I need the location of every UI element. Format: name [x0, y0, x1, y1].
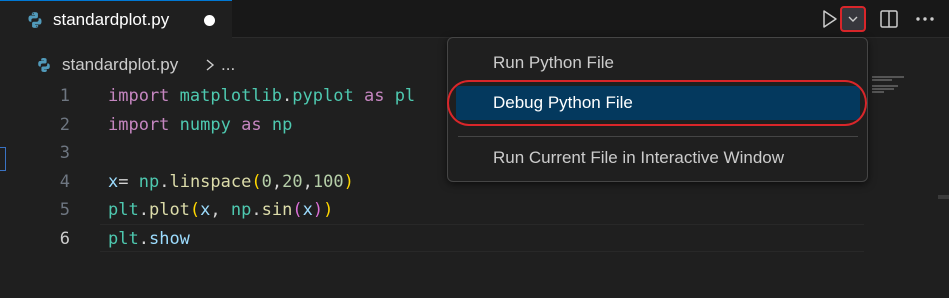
run-python-file-button[interactable] [818, 8, 840, 30]
editor-tab-bar: standardplot.py [0, 0, 949, 38]
minimap[interactable] [872, 76, 912, 96]
code-token: show [148, 229, 190, 249]
code-token: as [241, 114, 262, 135]
menu-item-run-interactive-window[interactable]: Run Current File in Interactive Window [456, 141, 860, 175]
code-token: 0 [261, 171, 272, 192]
code-token: . [159, 171, 170, 192]
tab-standardplot[interactable]: standardplot.py [0, 0, 232, 38]
breadcrumb-file[interactable]: standardplot.py [62, 55, 178, 75]
code-text: import matplotlib.pyplot as pl [108, 86, 415, 106]
code-token: ) [312, 200, 324, 221]
split-editor-button[interactable] [878, 8, 900, 30]
code-text: x= np.linspace(0,20,100) [108, 172, 354, 192]
code-token: . [138, 229, 149, 249]
code-token: . [138, 200, 149, 221]
code-token: sin [261, 200, 293, 221]
tab-label: standardplot.py [53, 10, 170, 29]
code-token: ( [251, 171, 262, 192]
menu-item-label: Run Current File in Interactive Window [493, 148, 785, 167]
code-token: pyplot [292, 86, 354, 106]
code-token: ) [343, 171, 354, 192]
code-token: x [302, 200, 313, 221]
more-actions-button[interactable] [912, 8, 938, 30]
menu-item-run-python-file[interactable]: Run Python File [456, 46, 860, 80]
code-token: ( [189, 200, 201, 221]
code-token: np [271, 114, 293, 135]
line-number: 4 [59, 171, 70, 192]
menu-item-debug-python-file[interactable]: Debug Python File [456, 86, 860, 120]
run-dropdown-menu: Run Python File Debug Python File Run Cu… [447, 37, 868, 182]
line-number: 6 [59, 229, 70, 249]
menu-separator [458, 136, 858, 137]
code-token: ) [323, 200, 334, 221]
unsaved-dot-icon[interactable] [204, 15, 215, 26]
code-token: plt [108, 200, 139, 221]
chevron-right-icon [206, 59, 215, 71]
menu-item-label: Debug Python File [493, 93, 633, 112]
code-token: matplotlib [179, 86, 283, 106]
code-token: numpy [179, 114, 231, 135]
code-token: plot [148, 200, 190, 221]
code-text: plt.show [108, 229, 190, 249]
code-line[interactable]: 5 plt.plot(x, np.sin(x)) [0, 197, 870, 225]
code-token: , [302, 171, 313, 192]
line-number: 1 [59, 86, 70, 106]
python-icon [28, 12, 42, 28]
code-token: x [200, 200, 211, 221]
code-token: plt [108, 229, 139, 249]
code-token: . [282, 86, 293, 106]
code-token: x [108, 171, 119, 192]
code-token: 20 [282, 171, 303, 192]
more-actions-icon [916, 17, 934, 21]
play-icon [823, 10, 837, 28]
code-line[interactable]: 6 plt.show [0, 226, 870, 254]
run-dropdown-button[interactable] [840, 6, 866, 32]
code-token: as [363, 86, 385, 106]
line-number: 5 [59, 200, 70, 221]
code-token: np [230, 200, 252, 221]
line-number: 3 [59, 143, 70, 164]
breadcrumb-more[interactable]: ... [221, 55, 235, 75]
code-token: , [271, 171, 283, 192]
code-token: 100 [312, 171, 344, 192]
code-text: plt.plot(x, np.sin(x)) [108, 200, 333, 220]
code-token: pl [394, 86, 416, 106]
code-text: import numpy as np [108, 115, 292, 135]
code-token: . [251, 200, 262, 221]
code-token: np [138, 171, 160, 192]
code-token: , [210, 200, 231, 221]
code-token: ( [292, 200, 303, 221]
chevron-down-icon [848, 16, 858, 22]
code-token: import [108, 114, 170, 135]
line-number: 2 [59, 114, 70, 135]
python-icon [38, 58, 50, 72]
menu-item-label: Run Python File [493, 53, 614, 72]
split-editor-icon [880, 10, 898, 28]
scrollbar-thumb[interactable] [938, 195, 949, 199]
vertical-scrollbar[interactable] [936, 38, 949, 298]
code-token: linspace [169, 171, 252, 192]
code-token: import [108, 86, 170, 106]
code-token: = [118, 171, 139, 192]
